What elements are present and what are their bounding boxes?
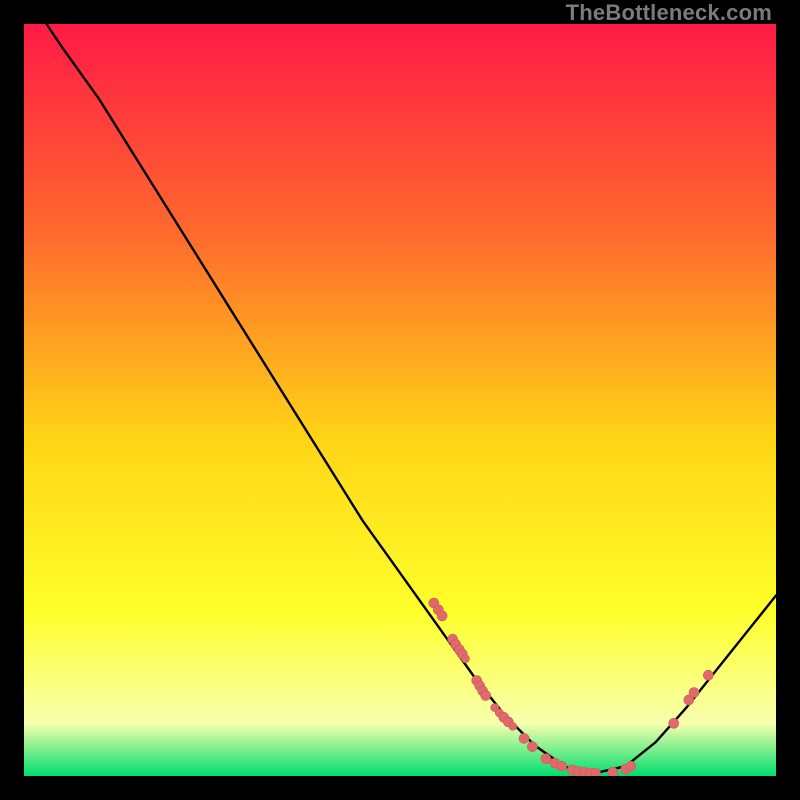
data-point <box>437 611 447 621</box>
data-point <box>703 670 713 680</box>
data-point <box>689 688 699 698</box>
data-point <box>669 718 679 728</box>
gradient-background <box>24 24 776 776</box>
data-point <box>461 655 469 663</box>
data-point <box>481 691 491 701</box>
data-point <box>626 761 636 771</box>
data-point <box>509 722 517 730</box>
data-point <box>541 754 551 764</box>
data-point <box>608 767 618 776</box>
data-point <box>591 768 601 776</box>
chart-frame <box>24 24 776 776</box>
bottleneck-chart <box>24 24 776 776</box>
watermark-text: TheBottleneck.com <box>566 0 772 26</box>
data-point <box>557 761 567 771</box>
data-point <box>527 742 537 752</box>
data-point <box>519 733 529 743</box>
